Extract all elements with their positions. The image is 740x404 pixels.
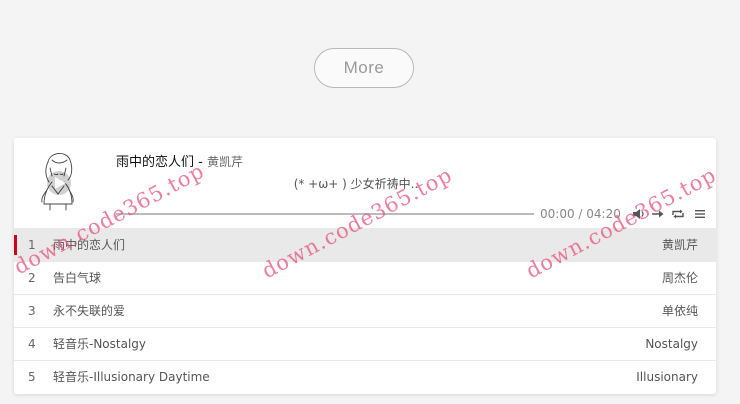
order-icon[interactable] [651,207,665,221]
album-cover[interactable] [14,138,104,228]
track-name: 雨中的恋人们 [53,238,126,252]
song-title: 雨中的恋人们 - 黄凯芹 [116,151,243,170]
track-index: 2 [28,271,36,285]
volume-icon[interactable] [632,207,646,221]
track-artist: 黄凯芹 [661,238,698,252]
track-index: 3 [28,304,36,318]
menu-icon[interactable] [693,207,707,221]
lyric-line: (* +ω+ ) 少女祈祷中.. [293,177,419,191]
time-separator: / [574,207,587,221]
track-name: 轻音乐-Illusionary Daytime [53,370,210,384]
track-artist: Illusionary [636,370,698,384]
page: More 雨中的恋人们 - 黄凯芹 (* +ω+) 少女祈祷中.. 00:00… [0,0,740,404]
track-index: 5 [28,370,36,384]
track-artist: 周杰伦 [661,271,698,285]
track-index: 4 [28,337,36,351]
track-name: 轻音乐-Nostalgy [53,337,147,351]
track-index: 1 [28,238,36,252]
play-icon[interactable] [14,138,104,228]
music-player: 雨中的恋人们 - 黄凯芹 (* +ω+ ) 少女祈祷中.. 00:00 / 04… [14,138,716,394]
playlist-item[interactable]: 5 轻音乐-Illusionary Daytime Illusionary [14,360,716,393]
song-name: 雨中的恋人们 [116,155,195,170]
time-current: 00:00 [540,207,575,221]
playlist-item[interactable]: 3 永不失联的爱 单依纯 [14,294,716,327]
progress-bar[interactable] [116,213,534,215]
playlist: 1 雨中的恋人们 黄凯芹 2 告白气球 周杰伦 3 永不失联的爱 单依纯 4 轻… [14,228,716,393]
time-total: 04:20 [586,207,621,221]
track-artist: 单依纯 [661,304,698,318]
title-separator: - [194,155,207,170]
more-button[interactable]: More [314,48,414,88]
active-indicator [14,235,17,255]
playlist-item[interactable]: 1 雨中的恋人们 黄凯芹 [14,228,716,261]
loop-icon[interactable] [671,207,685,221]
track-name: 告白气球 [53,271,102,285]
time-display: 00:00 / 04:20 [540,207,621,221]
playlist-item[interactable]: 4 轻音乐-Nostalgy Nostalgy [14,327,716,360]
track-artist: Nostalgy [645,337,698,351]
track-name: 永不失联的爱 [53,304,126,318]
playlist-item[interactable]: 2 告白气球 周杰伦 [14,261,716,294]
song-artist: 黄凯芹 [206,155,243,169]
